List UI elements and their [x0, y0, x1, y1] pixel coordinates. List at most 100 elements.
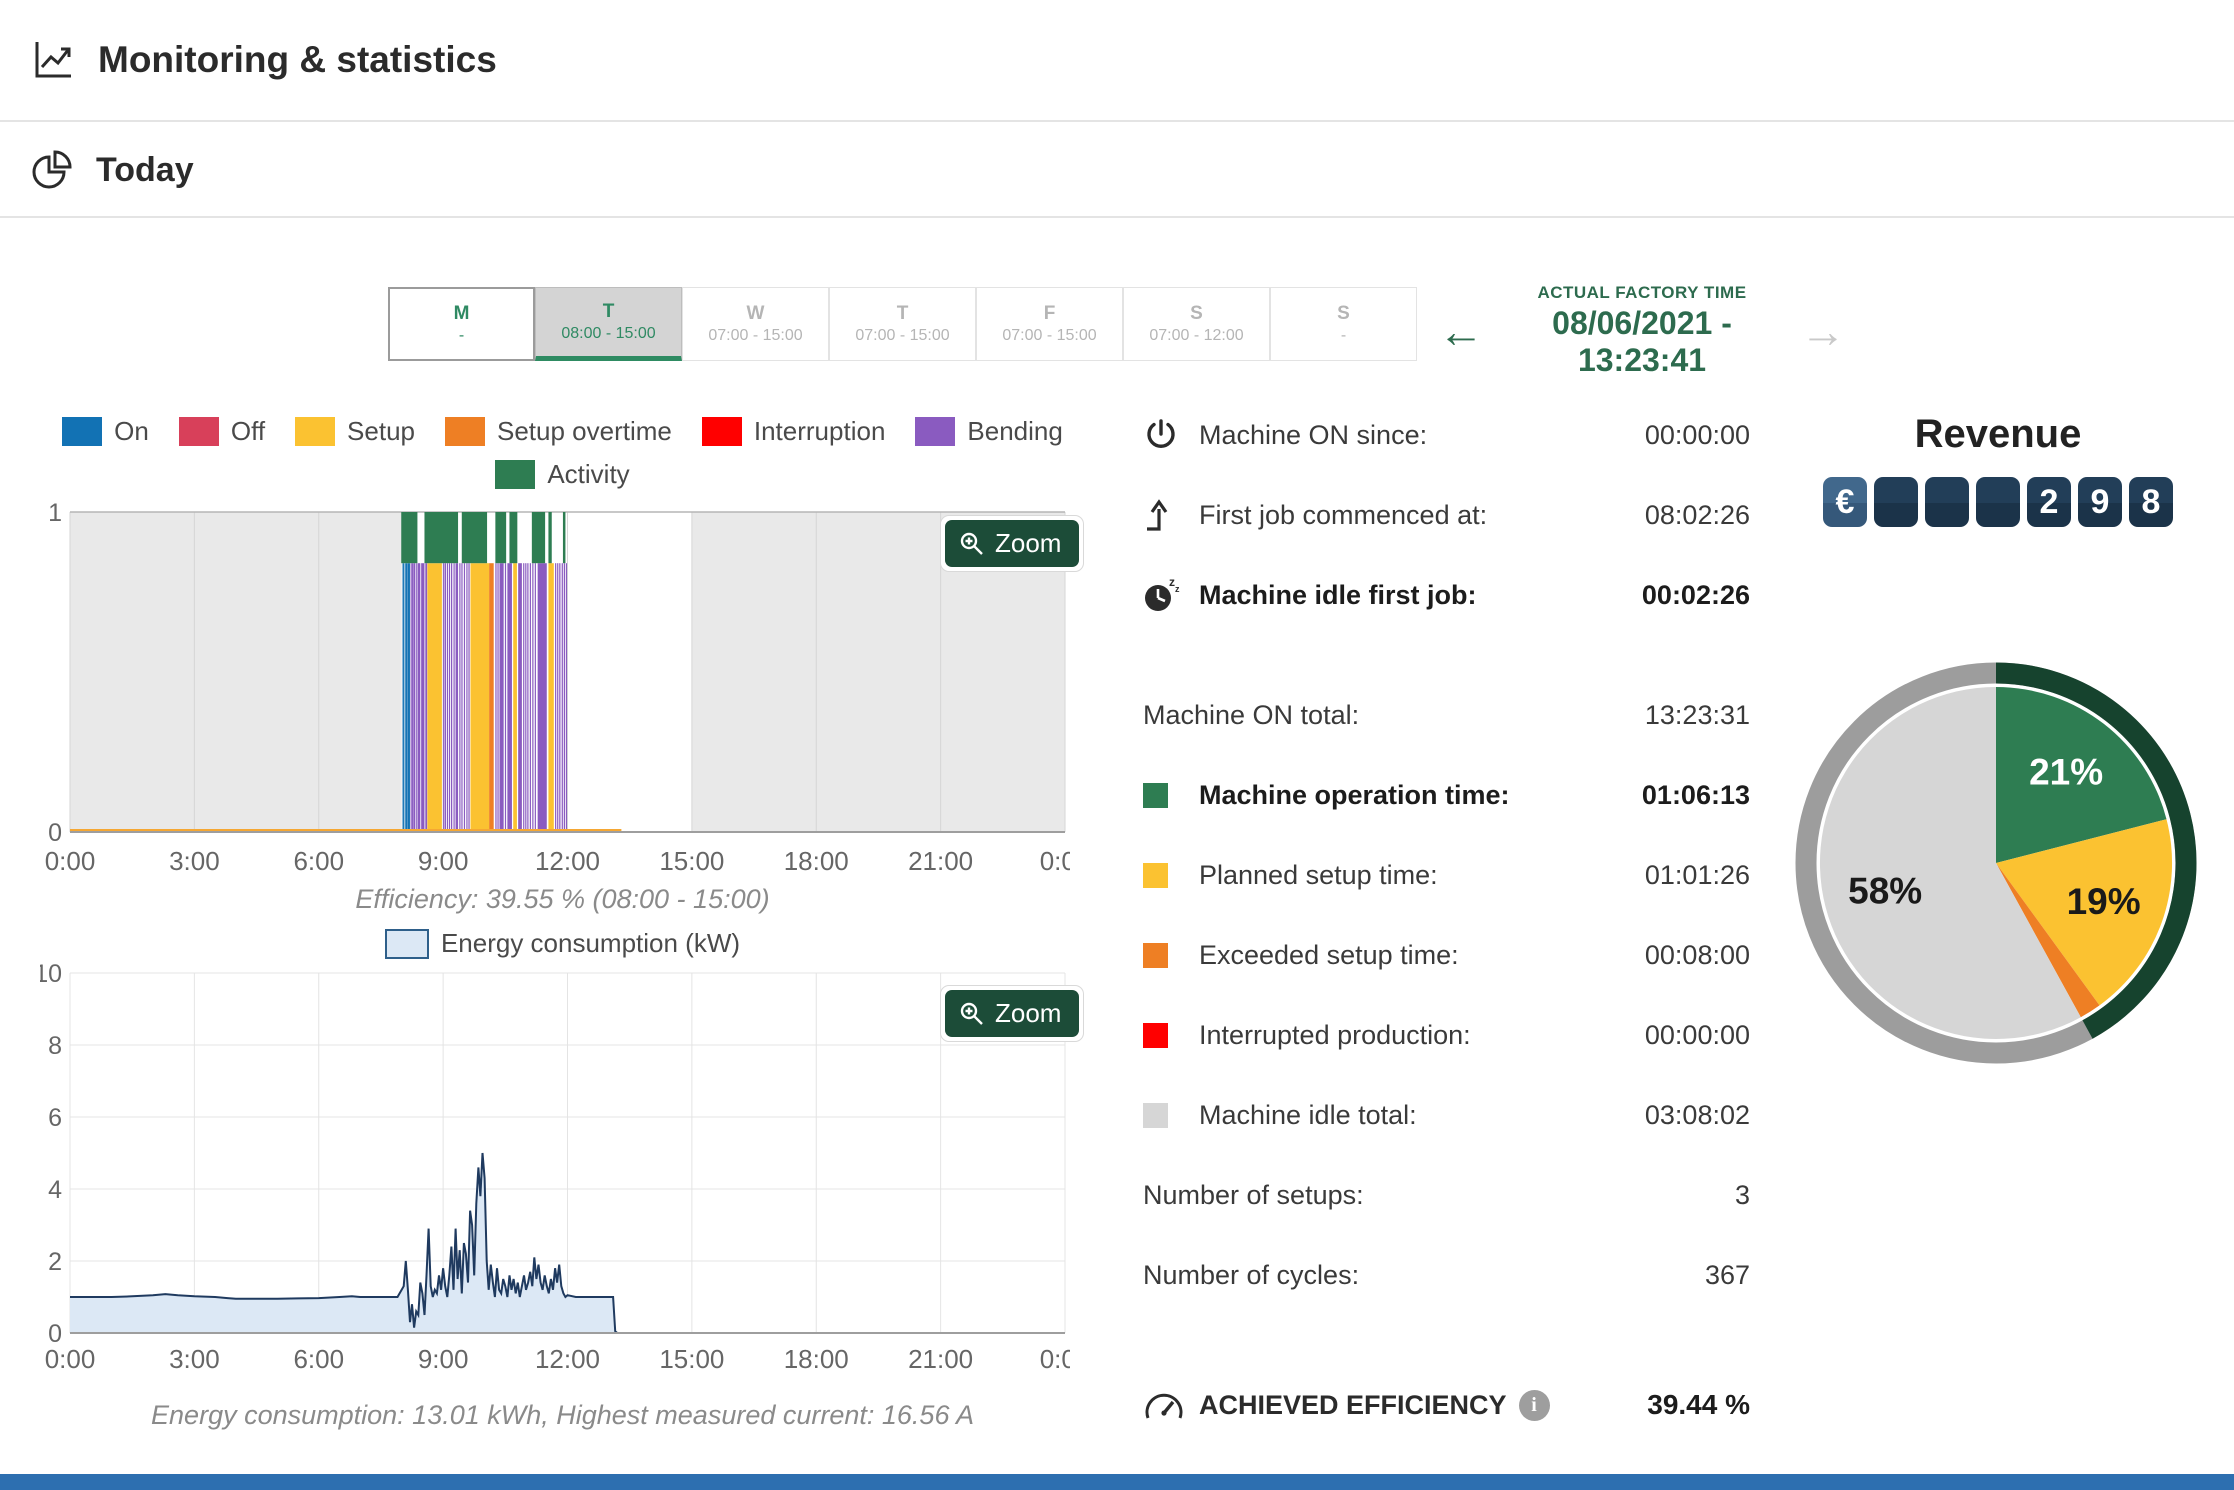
legend-label-bending: Bending — [967, 416, 1062, 447]
svg-text:0:00: 0:00 — [45, 1344, 96, 1374]
stat-row-4: Machine ON total:13:23:31 — [1143, 675, 1750, 755]
info-icon[interactable]: i — [1519, 1390, 1550, 1421]
day-tab-hours: 08:00 - 15:00 — [561, 324, 655, 345]
legend-item-on: On — [62, 416, 149, 447]
stat-row-9: Machine idle total:03:08:02 — [1143, 1075, 1750, 1155]
magnifier-plus-icon — [959, 1001, 985, 1027]
svg-text:12:00: 12:00 — [535, 1344, 600, 1374]
stat-label: Machine operation time: — [1199, 780, 1642, 811]
legend-label-interruption: Interruption — [754, 416, 886, 447]
monitoring-chart-icon — [30, 37, 76, 83]
factory-time-block: ← ACTUAL FACTORY TIME 08/06/2021 - 13:23… — [1432, 283, 1852, 379]
day-tab-3[interactable]: T07:00 - 15:00 — [829, 287, 976, 361]
day-tab-6[interactable]: S- — [1270, 287, 1417, 361]
zoom-button-label: Zoom — [995, 998, 1061, 1029]
legend-item-setup: Setup — [295, 416, 415, 447]
stat-row-11: Number of cycles:367 — [1143, 1235, 1750, 1315]
svg-text:4: 4 — [48, 1176, 62, 1204]
stat-row-1: First job commenced at:08:02:26 — [1143, 475, 1750, 555]
svg-text:0:00: 0:00 — [45, 846, 96, 876]
svg-text:1: 1 — [48, 500, 62, 527]
legend-swatch-activity — [495, 460, 535, 489]
stat-swatch-wrap — [1143, 783, 1199, 808]
stat-label: Exceeded setup time: — [1199, 940, 1645, 971]
day-tab-letter: T — [603, 299, 615, 325]
day-tab-hours: 07:00 - 15:00 — [1002, 326, 1096, 347]
activity-zoom-button[interactable]: Zoom — [945, 520, 1079, 567]
legend-item-bending: Bending — [915, 416, 1062, 447]
day-tab-5[interactable]: S07:00 - 12:00 — [1123, 287, 1270, 361]
legend-swatch-on — [62, 417, 102, 446]
legend-item-setup_overtime: Setup overtime — [445, 416, 672, 447]
legend-label-setup_overtime: Setup overtime — [497, 416, 672, 447]
legend-label-off: Off — [231, 416, 265, 447]
revenue-digit-tile-3 — [1976, 477, 2020, 527]
day-tab-1[interactable]: T08:00 - 15:00 — [535, 287, 682, 361]
legend-item-off: Off — [179, 416, 265, 447]
svg-text:9:00: 9:00 — [418, 1344, 469, 1374]
svg-text:2: 2 — [48, 1248, 62, 1276]
stat-value: 03:08:02 — [1645, 1100, 1750, 1131]
legend-item-activity: Activity — [495, 459, 629, 490]
day-tab-letter: S — [1190, 301, 1203, 327]
stat-value: 08:02:26 — [1645, 500, 1750, 531]
section-title: Today — [96, 151, 194, 190]
page-title: Monitoring & statistics — [98, 39, 497, 81]
day-tab-hours: 07:00 - 12:00 — [1149, 326, 1243, 347]
legend-row-1: On Off Setup Setup overtime Interruption Bend… — [62, 416, 1063, 447]
legend-swatch-setup_overtime — [445, 417, 485, 446]
svg-text:21%: 21% — [2029, 752, 2103, 793]
gauge-icon — [1143, 1387, 1185, 1423]
revenue-title: Revenue — [1822, 412, 2174, 457]
energy-zoom-button[interactable]: Zoom — [945, 990, 1079, 1037]
day-tab-0[interactable]: M- — [388, 287, 535, 361]
svg-text:58%: 58% — [1848, 870, 1922, 911]
energy-legend: Energy consumption (kW) — [60, 928, 1065, 959]
stat-value: 00:02:26 — [1642, 580, 1750, 611]
stat-value: 00:00:00 — [1645, 420, 1750, 451]
svg-text:0: 0 — [48, 819, 62, 847]
svg-text:6:00: 6:00 — [293, 1344, 344, 1374]
legend-swatch-setup — [295, 417, 335, 446]
svg-text:10: 10 — [40, 960, 62, 988]
day-tab-letter: M — [454, 301, 470, 327]
stat-label: Number of cycles: — [1143, 1260, 1705, 1291]
stat-value: 367 — [1705, 1260, 1750, 1291]
revenue-digit-tile-6: 8 — [2129, 477, 2173, 527]
energy-legend-label: Energy consumption (kW) — [441, 928, 740, 959]
achieved-efficiency-label: ACHIEVED EFFICIENCY — [1199, 1390, 1507, 1421]
revenue-digit-tile-5: 9 — [2078, 477, 2122, 527]
legend-swatch-interruption — [702, 417, 742, 446]
svg-text:21:00: 21:00 — [908, 1344, 973, 1374]
svg-text:18:00: 18:00 — [784, 846, 849, 876]
stats-spacer — [1143, 635, 1750, 675]
stat-value: 01:01:26 — [1645, 860, 1750, 891]
section-header: Today — [0, 124, 2234, 218]
daily-breakdown-pie-chart: 21% 19% 58% — [1780, 647, 2220, 1087]
stat-label: Machine idle first job: — [1199, 580, 1642, 611]
stat-color-swatch — [1143, 943, 1168, 968]
factory-time-value: 08/06/2021 - 13:23:41 — [1490, 305, 1794, 379]
next-day-arrow[interactable]: → — [1794, 308, 1852, 354]
first-job-icon — [1143, 497, 1199, 533]
previous-day-arrow[interactable]: ← — [1432, 308, 1490, 354]
revenue-digit-tile-1 — [1874, 477, 1918, 527]
stat-value: 13:23:31 — [1645, 700, 1750, 731]
day-tab-letter: S — [1337, 301, 1350, 327]
power-icon — [1143, 417, 1199, 453]
legend-swatch-bending — [915, 417, 955, 446]
stat-color-swatch — [1143, 783, 1168, 808]
stat-row-5: Machine operation time:01:06:13 — [1143, 755, 1750, 835]
stat-row-2: zzMachine idle first job:00:02:26 — [1143, 555, 1750, 635]
svg-text:19%: 19% — [2067, 881, 2141, 922]
day-tab-2[interactable]: W07:00 - 15:00 — [682, 287, 829, 361]
day-tab-4[interactable]: F07:00 - 15:00 — [976, 287, 1123, 361]
stat-label: First job commenced at: — [1199, 500, 1645, 531]
day-selector: M-T08:00 - 15:00W07:00 - 15:00T07:00 - 1… — [388, 287, 1417, 361]
stats-panel: Machine ON since:00:00:00 First job comme… — [1143, 395, 1750, 1315]
stat-swatch-wrap — [1143, 943, 1199, 968]
svg-text:6: 6 — [48, 1104, 62, 1132]
svg-text:15:00: 15:00 — [659, 846, 724, 876]
stat-label: Machine ON since: — [1199, 420, 1645, 451]
stat-label: Number of setups: — [1143, 1180, 1735, 1211]
